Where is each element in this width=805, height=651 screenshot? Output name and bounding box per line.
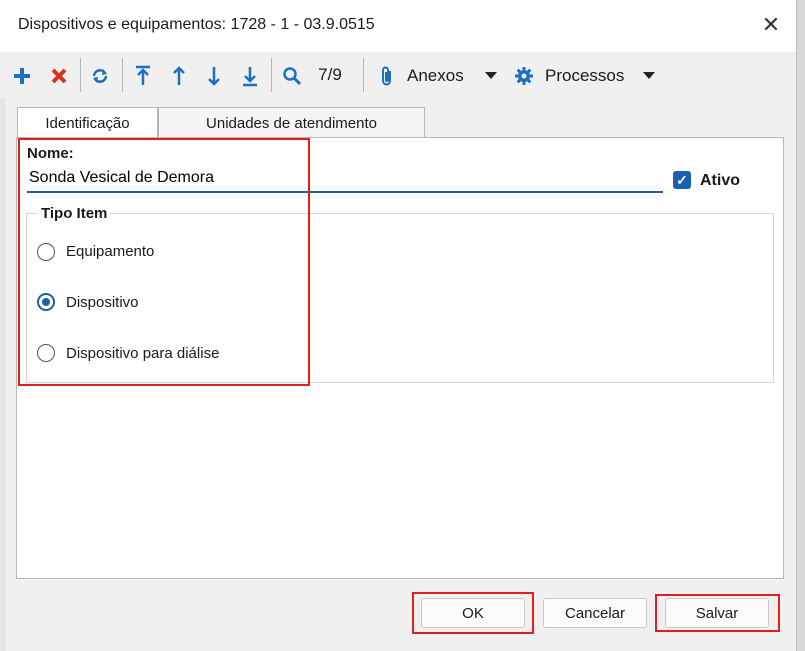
refresh-button[interactable] bbox=[88, 52, 112, 98]
anexos-chevron-down-icon[interactable] bbox=[485, 72, 497, 79]
anexos-menu[interactable]: Anexos bbox=[378, 52, 500, 98]
processos-chevron-down-icon[interactable] bbox=[643, 72, 655, 79]
dialog-window: Dispositivos e equipamentos: 1728 - 1 - … bbox=[0, 0, 797, 651]
processos-menu[interactable]: Processos bbox=[514, 52, 644, 98]
ok-button[interactable]: OK bbox=[421, 598, 525, 628]
gear-icon bbox=[515, 67, 533, 86]
nome-label: Nome: bbox=[27, 145, 74, 162]
last-record-button[interactable] bbox=[238, 52, 262, 98]
background-window-edge bbox=[796, 0, 805, 651]
anexos-label: Anexos bbox=[407, 66, 464, 86]
radio-equipamento[interactable] bbox=[37, 243, 55, 261]
arrow-bottom-icon bbox=[243, 67, 257, 87]
search-button[interactable] bbox=[280, 52, 304, 98]
radio-dispositivo[interactable] bbox=[37, 293, 55, 311]
delete-button[interactable] bbox=[47, 52, 71, 98]
tipo-item-label: Tipo Item bbox=[38, 205, 111, 222]
toolbar-separator bbox=[271, 58, 272, 92]
toolbar-separator bbox=[363, 58, 364, 92]
left-edge bbox=[0, 98, 6, 651]
tab-identificacao-label: Identificação bbox=[45, 115, 130, 132]
toolbar-separator bbox=[122, 58, 123, 92]
previous-record-button[interactable] bbox=[167, 52, 191, 98]
title-bar: Dispositivos e equipamentos: 1728 - 1 - … bbox=[0, 0, 796, 52]
tab-unidades-de-atendimento[interactable]: Unidades de atendimento bbox=[158, 107, 425, 137]
x-icon bbox=[51, 68, 67, 84]
close-icon[interactable]: ✕ bbox=[756, 10, 786, 40]
paperclip-icon bbox=[382, 66, 391, 86]
radio-equipamento-label: Equipamento bbox=[66, 243, 155, 260]
radio-dispositivo-label: Dispositivo bbox=[66, 294, 139, 311]
record-position: 7/9 bbox=[318, 65, 342, 84]
search-icon bbox=[283, 67, 302, 86]
nome-input[interactable] bbox=[27, 165, 663, 193]
add-button[interactable] bbox=[10, 52, 34, 98]
processos-label: Processos bbox=[545, 66, 625, 86]
refresh-icon bbox=[92, 69, 108, 84]
next-record-button[interactable] bbox=[202, 52, 226, 98]
tab-identificacao[interactable]: Identificação bbox=[17, 107, 158, 137]
ativo-label: Ativo bbox=[700, 172, 740, 189]
window-title: Dispositivos e equipamentos: 1728 - 1 - … bbox=[18, 16, 375, 33]
tab-unidades-label: Unidades de atendimento bbox=[206, 115, 377, 132]
salvar-button[interactable]: Salvar bbox=[665, 598, 769, 628]
arrow-top-icon bbox=[136, 66, 150, 86]
arrow-down-icon bbox=[208, 67, 220, 87]
arrow-up-icon bbox=[173, 66, 185, 86]
plus-icon bbox=[14, 68, 30, 85]
toolbar-separator bbox=[80, 58, 81, 92]
cancelar-button[interactable]: Cancelar bbox=[543, 598, 647, 628]
radio-dispositivo-dialise-label: Dispositivo para diálise bbox=[66, 345, 220, 362]
ativo-checkbox[interactable]: ✓ bbox=[673, 171, 691, 189]
first-record-button[interactable] bbox=[131, 52, 155, 98]
radio-dispositivo-dialise[interactable] bbox=[37, 344, 55, 362]
